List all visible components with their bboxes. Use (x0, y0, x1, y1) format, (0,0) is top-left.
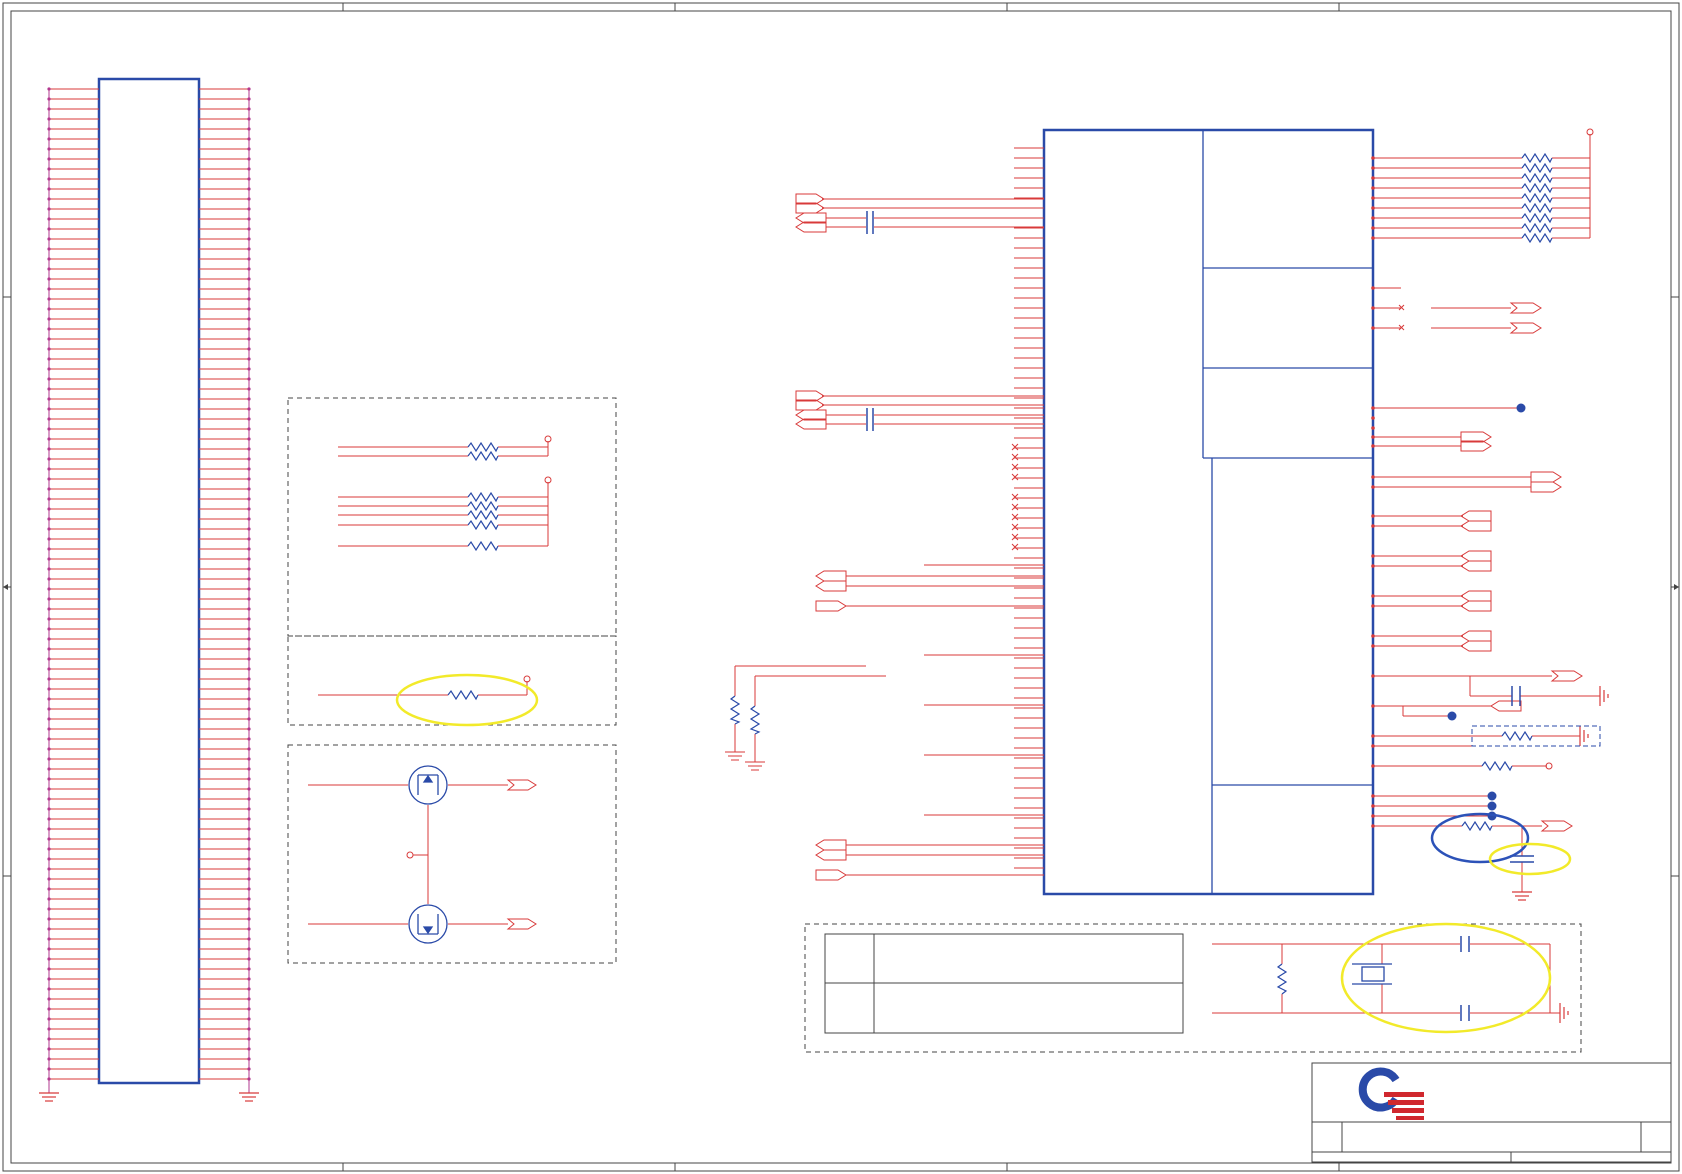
mosfet-icon (408, 904, 448, 944)
ic-left-nets (725, 193, 1044, 881)
schematic-sheet (2, 2, 1680, 1172)
offpage-connector-icon (1490, 700, 1522, 712)
ground-icon (1599, 686, 1609, 706)
highlight-ellipse (1340, 922, 1552, 1034)
ic-pin (1371, 426, 1375, 430)
offpage-connector-icon (1540, 820, 1573, 832)
highlight-ellipse (395, 673, 539, 727)
offpage-connector-icon (1460, 640, 1492, 652)
offpage-connector-icon (1509, 302, 1542, 314)
offpage-connector-icon (1460, 510, 1492, 522)
offpage-connector-icon (506, 918, 537, 930)
connector-body (97, 77, 201, 1085)
resistor-icon (1276, 963, 1288, 995)
ic-right-nets (1373, 128, 1601, 892)
level-shifter-group (287, 744, 617, 964)
connector-left-pins (47, 87, 99, 1081)
ic-pin (1371, 416, 1375, 420)
ground-icon (725, 751, 745, 761)
highlight-ellipse (1430, 812, 1530, 864)
ground-icon (239, 1092, 259, 1102)
offpage-connector-icon (1550, 670, 1583, 682)
ground-icon (1579, 726, 1589, 746)
coupling-capacitor-icon (866, 211, 874, 431)
capacitor-icon (1460, 936, 1470, 1021)
offpage-connector-icon (1530, 481, 1562, 493)
offpage-connector-icon (1509, 322, 1542, 334)
company-logo (1358, 1067, 1424, 1120)
offpage-connector-icon (1460, 600, 1492, 612)
crystal-oscillator-group (804, 922, 1582, 1053)
ic-body (1042, 128, 1375, 896)
offpage-connector-icon (1460, 590, 1492, 602)
net-junctions (1447, 403, 1526, 821)
offpage-connector-icon (815, 839, 847, 851)
mosfet-icon (408, 765, 448, 805)
frame-arrows (3, 584, 1679, 590)
offpage-connector-icon (815, 600, 847, 612)
ground-icon (39, 1092, 59, 1102)
pullup-box (287, 397, 617, 637)
ground-icon (1559, 1003, 1569, 1023)
offpage-connector-icon (1460, 520, 1492, 532)
connector-right-pins (199, 87, 251, 1081)
resistor-icon (467, 441, 499, 552)
crystal-icon (1352, 963, 1392, 985)
controller-ic (1014, 128, 1375, 896)
offpage-connector-icon (506, 779, 537, 791)
series-resistor-group (287, 635, 617, 727)
no-connect-marks (1011, 443, 1019, 551)
offpage-connector-icon (815, 580, 847, 592)
offpage-connector-icon (815, 570, 847, 582)
board-connector (39, 77, 259, 1102)
ground-icon (745, 761, 765, 771)
offpage-connector-icon (815, 849, 847, 861)
offpage-connector-icon (1460, 560, 1492, 572)
pullup-resistor-group (287, 397, 617, 637)
offpage-connector-icon (1460, 550, 1492, 562)
resistor-icon (447, 689, 479, 701)
ic-left-pins (1014, 147, 1044, 869)
ground-icon (1512, 891, 1532, 901)
note-table (824, 933, 1184, 1034)
offpage-connector-icon (815, 869, 847, 881)
offpage-connector-icon (1460, 630, 1492, 642)
offpage-connector-icon (1530, 471, 1562, 483)
